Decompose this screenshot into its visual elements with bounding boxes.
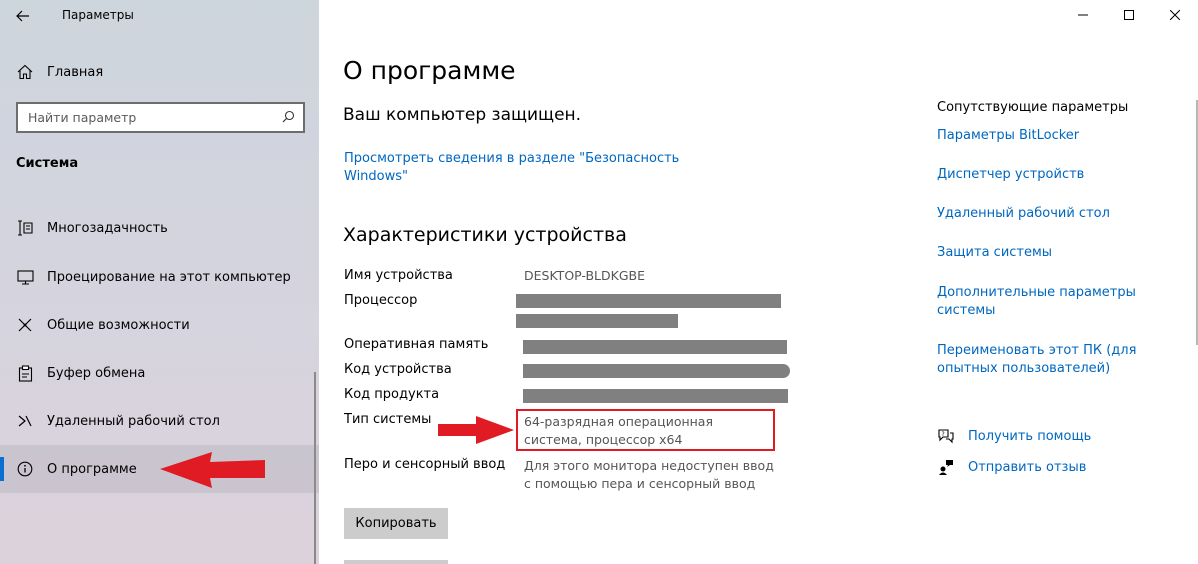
remote-desktop-icon [16, 412, 34, 430]
annotation-arrow-icon [160, 452, 265, 488]
back-button[interactable] [0, 0, 46, 32]
nav-item-projecting[interactable]: Проецирование на этот компьютер [0, 253, 319, 301]
annotation-arrow-icon [438, 416, 514, 444]
system-type-label: Тип системы [344, 412, 432, 427]
nav-item-label: Многозадачность [47, 220, 168, 236]
search-input[interactable] [28, 110, 282, 125]
multitasking-icon [16, 219, 34, 237]
redacted-device-id [523, 364, 790, 378]
partial-button[interactable] [344, 560, 448, 564]
security-link[interactable]: Просмотреть сведения в разделе "Безопасн… [344, 150, 684, 186]
help-icon: ? [937, 427, 955, 445]
remote-desktop-link[interactable]: Удаленный рабочий стол [937, 205, 1162, 223]
device-manager-link[interactable]: Диспетчер устройств [937, 166, 1162, 184]
redacted-processor-line1 [516, 294, 781, 308]
back-arrow-icon [16, 10, 29, 22]
nav-item-label: Общие возможности [47, 317, 190, 333]
shared-experiences-icon [16, 316, 34, 334]
get-help-link[interactable]: Получить помощь [968, 429, 1091, 444]
redacted-processor-line2 [516, 314, 678, 328]
rename-pc-link[interactable]: Переименовать этот ПК (для опытных польз… [937, 342, 1137, 378]
pen-touch-value: Для этого монитора недоступен ввод с пом… [524, 458, 774, 491]
nav-item-shared-experiences[interactable]: Общие возможности [0, 301, 319, 349]
nav-item-multitasking[interactable]: Многозадачность [0, 204, 319, 252]
nav-item-remote-desktop[interactable]: Удаленный рабочий стол [0, 397, 319, 445]
protection-status: Ваш компьютер защищен. [343, 105, 582, 125]
home-nav[interactable]: Главная [16, 62, 103, 82]
minimize-button[interactable] [1060, 0, 1106, 30]
device-name-value: DESKTOP-BLDKGBE [524, 268, 646, 283]
pen-touch-label: Перо и сенсорный ввод [344, 457, 506, 472]
close-icon [1170, 10, 1180, 20]
nav-item-label: Проецирование на этот компьютер [47, 269, 291, 285]
close-button[interactable] [1152, 0, 1198, 30]
help-row[interactable]: ? Получить помощь [937, 427, 1091, 445]
related-title: Сопутствующие параметры [937, 100, 1129, 115]
minimize-icon [1078, 14, 1088, 16]
redacted-product-id [523, 389, 788, 403]
related-settings: Сопутствующие параметры [937, 100, 1177, 125]
bitlocker-link[interactable]: Параметры BitLocker [937, 127, 1162, 145]
feedback-icon [937, 458, 955, 476]
sidebar: Параметры Главная Система Многозадачност… [0, 0, 319, 564]
feedback-row[interactable]: Отправить отзыв [937, 458, 1086, 476]
search-icon[interactable] [282, 108, 295, 127]
clipboard-icon [16, 364, 34, 382]
copy-button[interactable]: Копировать [344, 508, 448, 539]
system-protection-link[interactable]: Защита системы [937, 244, 1162, 262]
advanced-settings-link[interactable]: Дополнительные параметры системы [937, 284, 1137, 320]
main-panel: О программе Ваш компьютер защищен. Просм… [319, 0, 1198, 564]
active-indicator [0, 457, 4, 481]
redacted-ram [523, 340, 787, 354]
home-label: Главная [47, 64, 104, 80]
maximize-icon [1124, 10, 1134, 20]
nav-item-clipboard[interactable]: Буфер обмена [0, 349, 319, 397]
device-name-label: Имя устройства [344, 268, 453, 283]
projecting-icon [16, 268, 34, 286]
window-controls [1060, 0, 1198, 30]
specs-title: Характеристики устройства [343, 224, 627, 246]
processor-label: Процессор [344, 293, 418, 308]
page-title: О программе [343, 56, 516, 85]
ram-label: Оперативная память [344, 337, 489, 352]
annotation-highlight-box [516, 409, 775, 451]
section-header: Система [16, 156, 79, 171]
nav-item-label: Буфер обмена [47, 365, 146, 381]
device-id-label: Код устройства [344, 362, 452, 377]
product-id-label: Код продукта [344, 387, 440, 402]
home-icon [16, 63, 34, 81]
nav-item-label: Удаленный рабочий стол [47, 413, 220, 429]
feedback-link[interactable]: Отправить отзыв [968, 460, 1086, 475]
info-icon [16, 460, 34, 478]
sidebar-scrollbar[interactable] [314, 372, 316, 564]
svg-text:?: ? [942, 431, 945, 438]
maximize-button[interactable] [1106, 0, 1152, 30]
app-title: Параметры [62, 8, 134, 22]
search-box[interactable] [16, 102, 305, 133]
nav-item-label: О программе [47, 461, 137, 477]
